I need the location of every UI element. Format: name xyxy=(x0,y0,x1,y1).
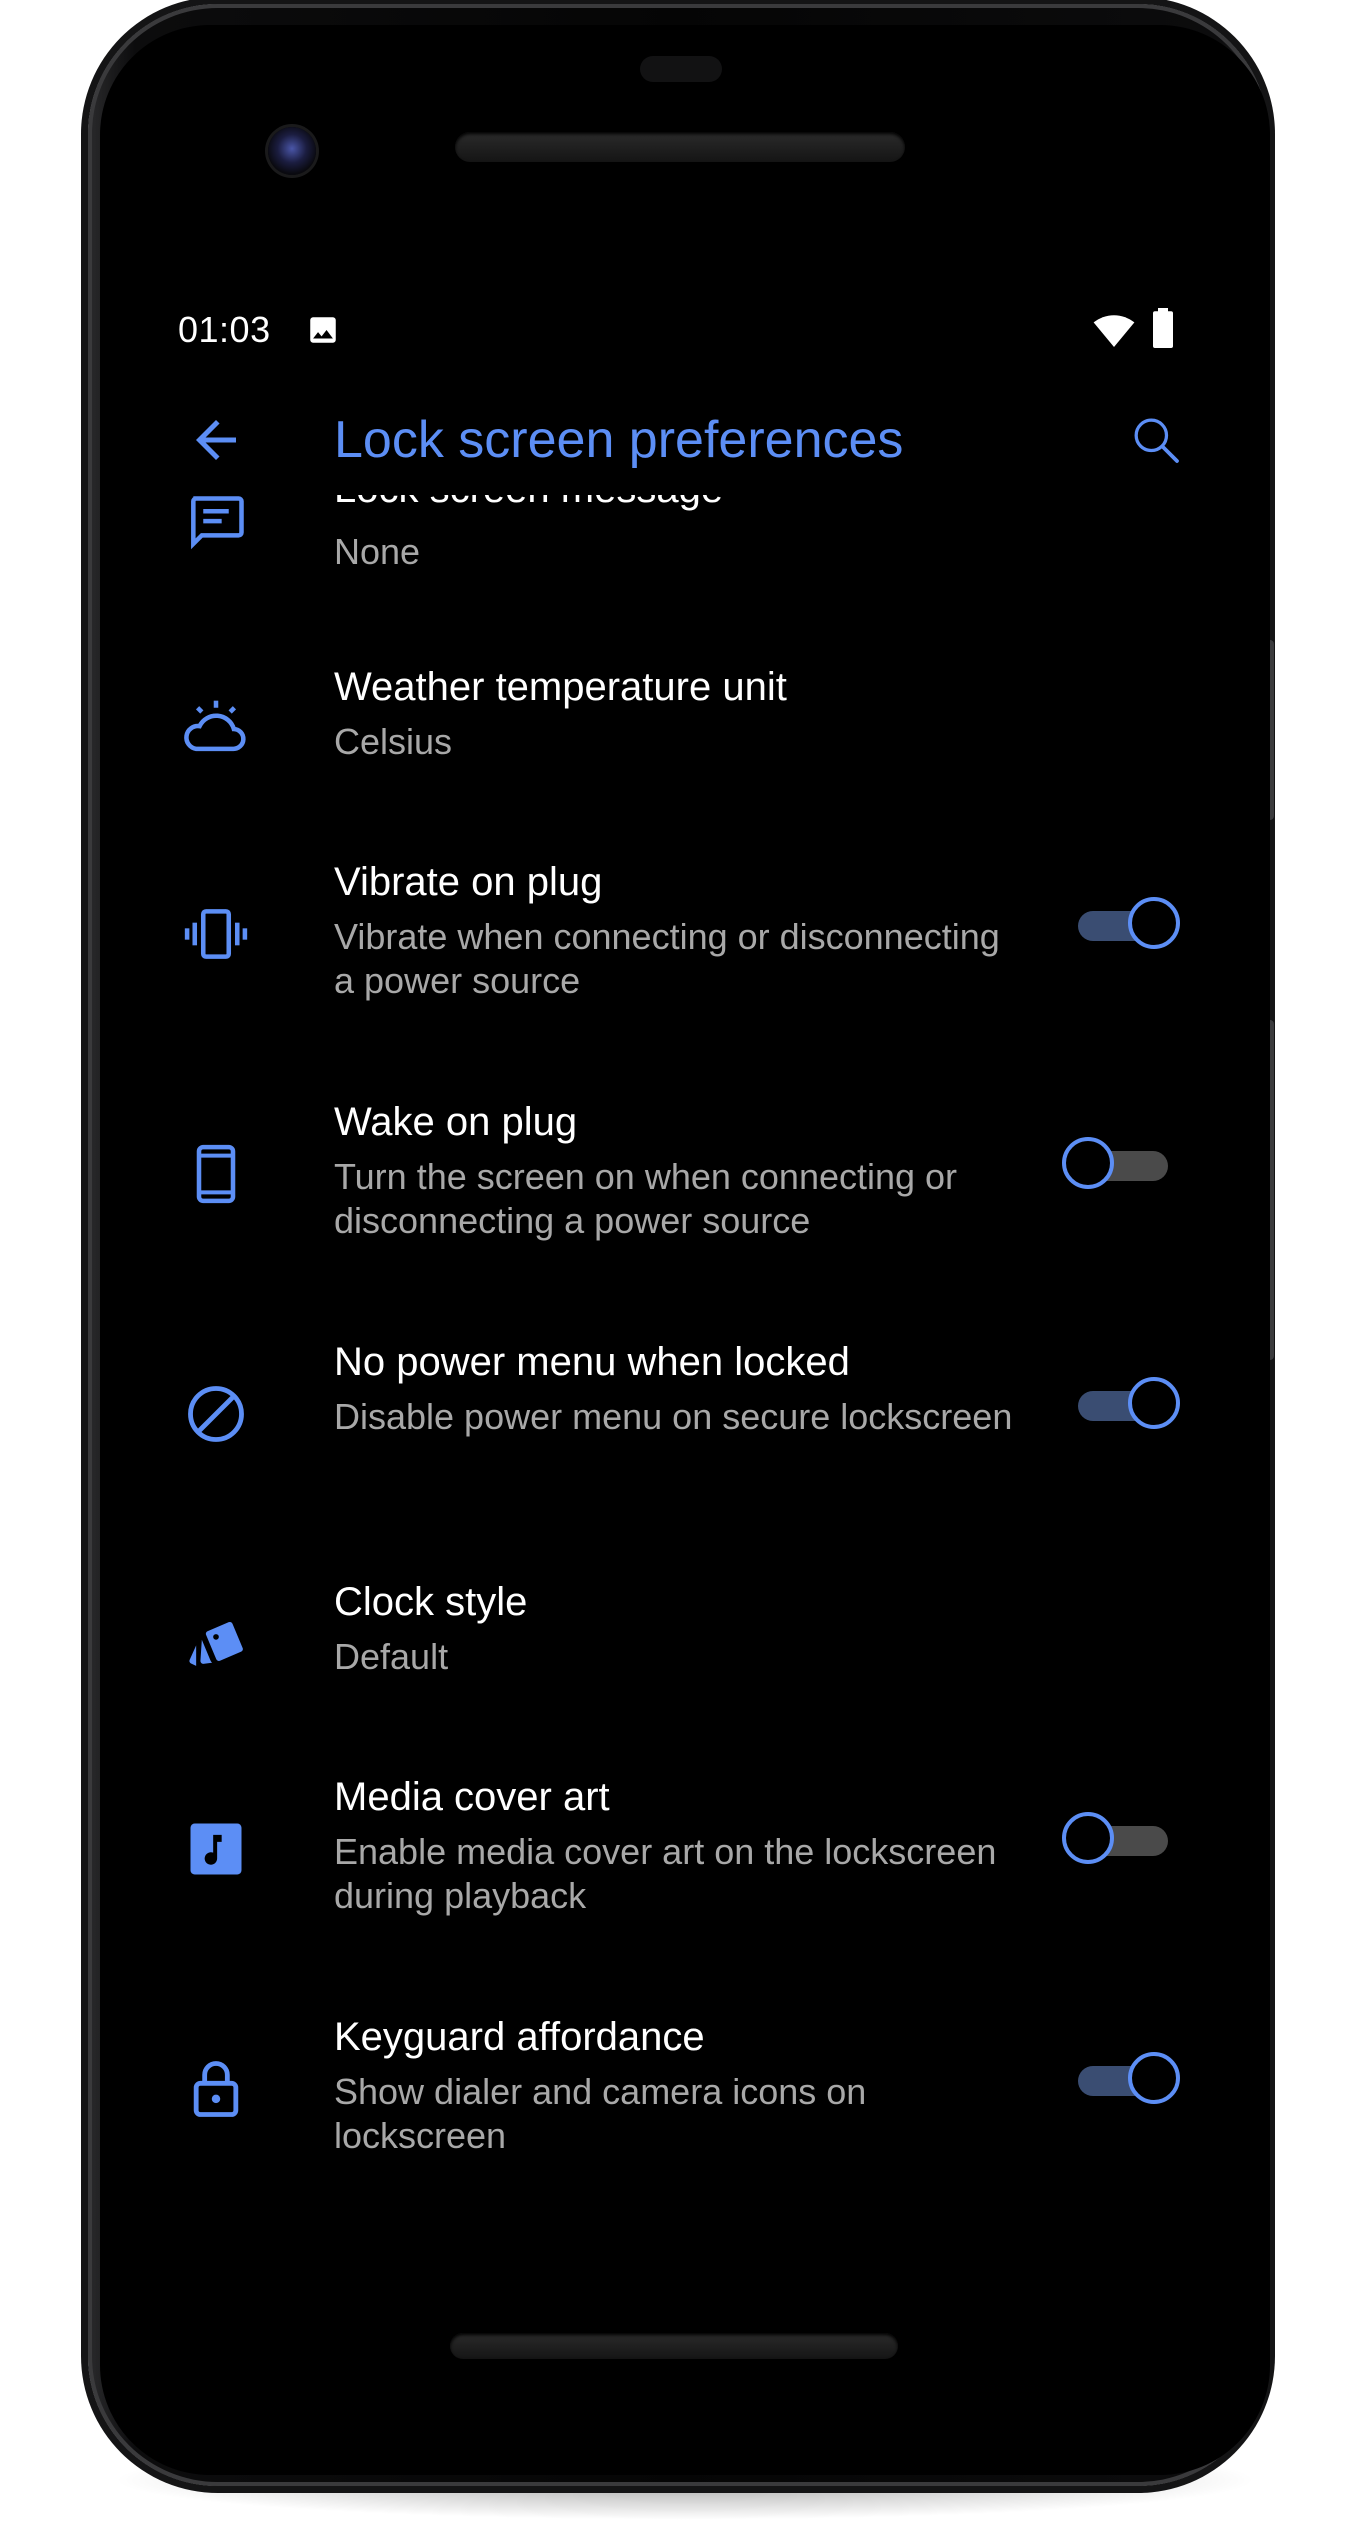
wake-on-plug-toggle[interactable] xyxy=(1062,1135,1176,1195)
back-button[interactable] xyxy=(186,410,246,470)
keyguard-affordance-toggle[interactable] xyxy=(1072,2050,1182,2110)
block-icon xyxy=(188,1386,244,1442)
lock-icon xyxy=(193,2061,239,2117)
setting-title: Vibrate on plug xyxy=(334,860,603,904)
setting-title: Media cover art xyxy=(334,1775,610,1819)
setting-summary: Enable media cover art on the lockscreen… xyxy=(334,1831,997,1916)
battery-icon xyxy=(1153,308,1173,348)
weather-icon xyxy=(184,700,246,752)
setting-title: Wake on plug xyxy=(334,1100,578,1144)
status-bar: 01:03 xyxy=(0,305,1370,355)
top-sensor xyxy=(640,56,722,82)
settings-list: Lock screen message None Weather tempera… xyxy=(0,495,1370,2255)
music-note-icon xyxy=(190,1823,242,1875)
message-icon xyxy=(191,496,244,550)
phone-screen-icon xyxy=(196,1144,236,1204)
bottom-speaker xyxy=(450,2333,898,2359)
setting-media-cover-art[interactable]: Media cover art Enable media cover art o… xyxy=(0,1775,1370,1945)
image-notification-icon xyxy=(310,317,336,343)
setting-summary: Show dialer and camera icons on lockscre… xyxy=(334,2071,867,2156)
toggle-thumb xyxy=(1062,1812,1114,1864)
no-power-menu-toggle[interactable] xyxy=(1072,1375,1182,1435)
setting-weather-temperature-unit[interactable]: Weather temperature unit Celsius xyxy=(0,665,1370,785)
setting-vibrate-on-plug[interactable]: Vibrate on plug Vibrate when connecting … xyxy=(0,860,1370,1030)
arrow-back-icon xyxy=(196,420,236,460)
vibrate-on-plug-toggle[interactable] xyxy=(1072,895,1182,955)
toggle-thumb xyxy=(1128,897,1180,949)
setting-summary: Vibrate when connecting or disconnecting… xyxy=(334,916,1000,1001)
search-icon xyxy=(1134,418,1179,463)
setting-clock-style[interactable]: Clock style Default xyxy=(0,1580,1370,1700)
setting-summary: None xyxy=(334,531,421,572)
front-camera xyxy=(268,127,316,175)
page-title: Lock screen preferences xyxy=(334,411,904,469)
setting-title: Keyguard affordance xyxy=(334,2015,705,2059)
setting-title: Clock style xyxy=(334,1580,528,1624)
toggle-thumb xyxy=(1062,1137,1114,1189)
status-time: 01:03 xyxy=(178,309,271,350)
wifi-icon xyxy=(1093,315,1135,347)
setting-summary: Celsius xyxy=(334,721,453,762)
toggle-thumb xyxy=(1128,1377,1180,1429)
setting-summary: Default xyxy=(334,1636,449,1677)
setting-no-power-menu-when-locked[interactable]: No power menu when locked Disable power … xyxy=(0,1340,1370,1510)
setting-summary: Turn the screen on when connecting or di… xyxy=(334,1156,958,1241)
setting-keyguard-affordance[interactable]: Keyguard affordance Show dialer and came… xyxy=(0,2015,1370,2185)
setting-lock-screen-message[interactable]: Lock screen message None xyxy=(0,495,1370,615)
media-cover-art-toggle[interactable] xyxy=(1062,1810,1176,1870)
style-icon xyxy=(189,1621,243,1666)
setting-summary: Disable power menu on secure lockscreen xyxy=(334,1396,1013,1437)
setting-title: Lock screen message xyxy=(334,495,723,512)
toggle-thumb xyxy=(1128,2052,1180,2104)
setting-title: No power menu when locked xyxy=(334,1340,850,1384)
setting-title: Weather temperature unit xyxy=(334,665,787,709)
setting-wake-on-plug[interactable]: Wake on plug Turn the screen on when con… xyxy=(0,1100,1370,1270)
search-button[interactable] xyxy=(1128,412,1184,468)
vibrate-icon xyxy=(184,909,248,959)
toolbar: Lock screen preferences xyxy=(0,400,1370,480)
earpiece-speaker xyxy=(455,132,905,162)
